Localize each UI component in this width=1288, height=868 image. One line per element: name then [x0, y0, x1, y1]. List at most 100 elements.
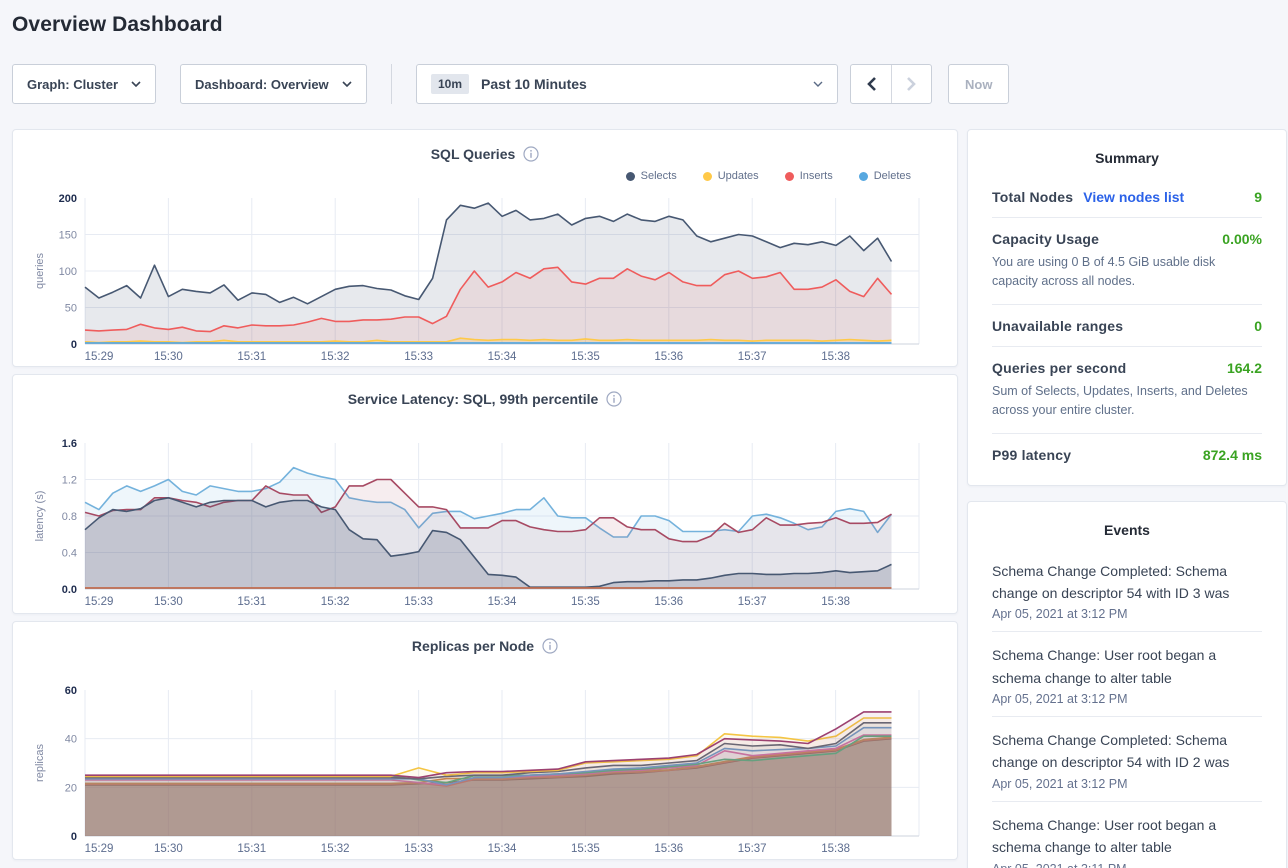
metric-value: 872.4 ms	[1203, 447, 1262, 463]
svg-text:15:37: 15:37	[738, 596, 767, 608]
time-range-badge: 10m	[431, 74, 469, 94]
event-text: Schema Change: User root began a schema …	[992, 814, 1262, 859]
event-timestamp: Apr 05, 2021 at 3:11 PM	[992, 862, 1262, 868]
event-item: Schema Change Completed: Schema change o…	[992, 548, 1262, 632]
svg-text:15:29: 15:29	[85, 843, 114, 855]
metric-value: 9	[1254, 189, 1262, 205]
chevron-down-icon	[813, 81, 823, 87]
svg-text:15:31: 15:31	[237, 843, 266, 855]
svg-text:15:30: 15:30	[154, 351, 183, 363]
svg-text:15:33: 15:33	[404, 843, 433, 855]
metric-value: 164.2	[1227, 360, 1262, 376]
events-panel: Events Schema Change Completed: Schema c…	[967, 501, 1287, 868]
summary-row-p99-latency: P99 latency 872.4 ms	[992, 433, 1262, 475]
legend-item-selects[interactable]: Selects	[626, 170, 677, 182]
metric-label: Total Nodes	[992, 189, 1073, 205]
chevron-down-icon	[342, 81, 352, 87]
svg-text:15:34: 15:34	[488, 351, 517, 363]
svg-text:15:32: 15:32	[321, 843, 350, 855]
chevron-right-icon	[906, 76, 917, 92]
svg-text:40: 40	[65, 734, 77, 746]
time-step-buttons	[850, 64, 932, 104]
updates-dot-icon	[703, 172, 712, 181]
service-latency-chart: 0.00.40.81.21.615:2915:3015:3115:3215:33…	[13, 433, 957, 614]
event-text: Schema Change Completed: Schema change o…	[992, 560, 1262, 605]
selects-dot-icon	[626, 172, 635, 181]
dashboard-dropdown[interactable]: Dashboard: Overview	[180, 64, 367, 104]
summary-row-unavailable-ranges: Unavailable ranges 0	[992, 304, 1262, 346]
legend-item-deletes[interactable]: Deletes	[859, 170, 911, 182]
legend-item-updates[interactable]: Updates	[703, 170, 759, 182]
event-item: Schema Change: User root began a schema …	[992, 631, 1262, 716]
svg-text:replicas: replicas	[34, 744, 46, 782]
summary-title: Summary	[992, 144, 1262, 176]
metric-value: 0	[1254, 318, 1262, 334]
time-range-label: Past 10 Minutes	[481, 76, 801, 92]
svg-text:20: 20	[65, 782, 77, 794]
svg-text:60: 60	[65, 685, 77, 697]
info-icon[interactable]	[523, 146, 539, 162]
graph-dropdown-label: Graph: Cluster	[27, 77, 118, 92]
sidebar: Summary Total Nodes View nodes list 9 Ca…	[967, 129, 1287, 868]
svg-text:0.4: 0.4	[62, 548, 77, 560]
svg-text:0.8: 0.8	[62, 511, 77, 523]
svg-text:15:31: 15:31	[237, 351, 266, 363]
svg-text:15:31: 15:31	[237, 596, 266, 608]
svg-text:150: 150	[59, 230, 77, 242]
chart-title: Replicas per Node	[412, 638, 534, 654]
metric-label: Unavailable ranges	[992, 318, 1123, 334]
info-icon[interactable]	[606, 391, 622, 407]
chevron-left-icon	[866, 76, 877, 92]
svg-text:0.0: 0.0	[62, 584, 77, 596]
event-timestamp: Apr 05, 2021 at 3:12 PM	[992, 777, 1262, 791]
svg-text:15:30: 15:30	[154, 596, 183, 608]
svg-text:15:33: 15:33	[404, 351, 433, 363]
svg-text:15:35: 15:35	[571, 351, 600, 363]
page-title: Overview Dashboard	[12, 0, 1288, 37]
summary-row-capacity-usage: Capacity Usage 0.00% You are using 0 B o…	[992, 217, 1262, 304]
graph-dropdown[interactable]: Graph: Cluster	[12, 64, 156, 104]
svg-text:latency (s): latency (s)	[34, 491, 46, 542]
chart-title: Service Latency: SQL, 99th percentile	[348, 391, 599, 407]
svg-text:15:38: 15:38	[821, 351, 850, 363]
inserts-dot-icon	[785, 172, 794, 181]
overview-dashboard-page: Overview Dashboard Graph: Cluster Dashbo…	[0, 0, 1288, 868]
svg-text:1.6: 1.6	[62, 438, 77, 450]
replicas-per-node-card: Replicas per Node 020406015:2915:3015:31…	[12, 621, 958, 860]
svg-text:15:37: 15:37	[738, 843, 767, 855]
event-timestamp: Apr 05, 2021 at 3:12 PM	[992, 607, 1262, 621]
prev-interval-button[interactable]	[851, 65, 891, 103]
event-text: Schema Change Completed: Schema change o…	[992, 729, 1262, 774]
svg-text:15:36: 15:36	[654, 596, 683, 608]
metric-label: Capacity Usage	[992, 231, 1099, 247]
svg-text:50: 50	[65, 303, 77, 315]
svg-text:15:29: 15:29	[85, 351, 114, 363]
svg-text:15:38: 15:38	[821, 843, 850, 855]
view-nodes-list-link[interactable]: View nodes list	[1083, 189, 1184, 205]
svg-text:1.2: 1.2	[62, 475, 77, 487]
metric-description: You are using 0 B of 4.5 GiB usable disk…	[992, 253, 1262, 292]
summary-row-queries-per-second: Queries per second 164.2 Sum of Selects,…	[992, 346, 1262, 433]
svg-text:15:37: 15:37	[738, 351, 767, 363]
chevron-down-icon	[131, 81, 141, 87]
summary-row-total-nodes: Total Nodes View nodes list 9	[992, 176, 1262, 217]
main-content: SQL Queries Selects Updates Inserts Dele…	[12, 129, 1288, 868]
service-latency-card: Service Latency: SQL, 99th percentile 0.…	[12, 374, 958, 614]
svg-text:15:36: 15:36	[654, 351, 683, 363]
now-button[interactable]: Now	[948, 64, 1009, 104]
svg-text:15:30: 15:30	[154, 843, 183, 855]
chart-title: SQL Queries	[431, 146, 516, 162]
replicas-per-node-chart: 020406015:2915:3015:3115:3215:3315:3415:…	[13, 680, 957, 860]
next-interval-button[interactable]	[891, 65, 931, 103]
legend-item-inserts[interactable]: Inserts	[785, 170, 833, 182]
event-timestamp: Apr 05, 2021 at 3:12 PM	[992, 692, 1262, 706]
time-range-picker[interactable]: 10m Past 10 Minutes	[416, 64, 838, 104]
metric-label: Queries per second	[992, 360, 1126, 376]
sql-queries-card: SQL Queries Selects Updates Inserts Dele…	[12, 129, 958, 367]
svg-text:200: 200	[59, 193, 77, 205]
metric-description: Sum of Selects, Updates, Inserts, and De…	[992, 382, 1262, 421]
svg-text:15:35: 15:35	[571, 843, 600, 855]
metric-label: P99 latency	[992, 447, 1071, 463]
svg-text:15:34: 15:34	[488, 596, 517, 608]
info-icon[interactable]	[542, 638, 558, 654]
